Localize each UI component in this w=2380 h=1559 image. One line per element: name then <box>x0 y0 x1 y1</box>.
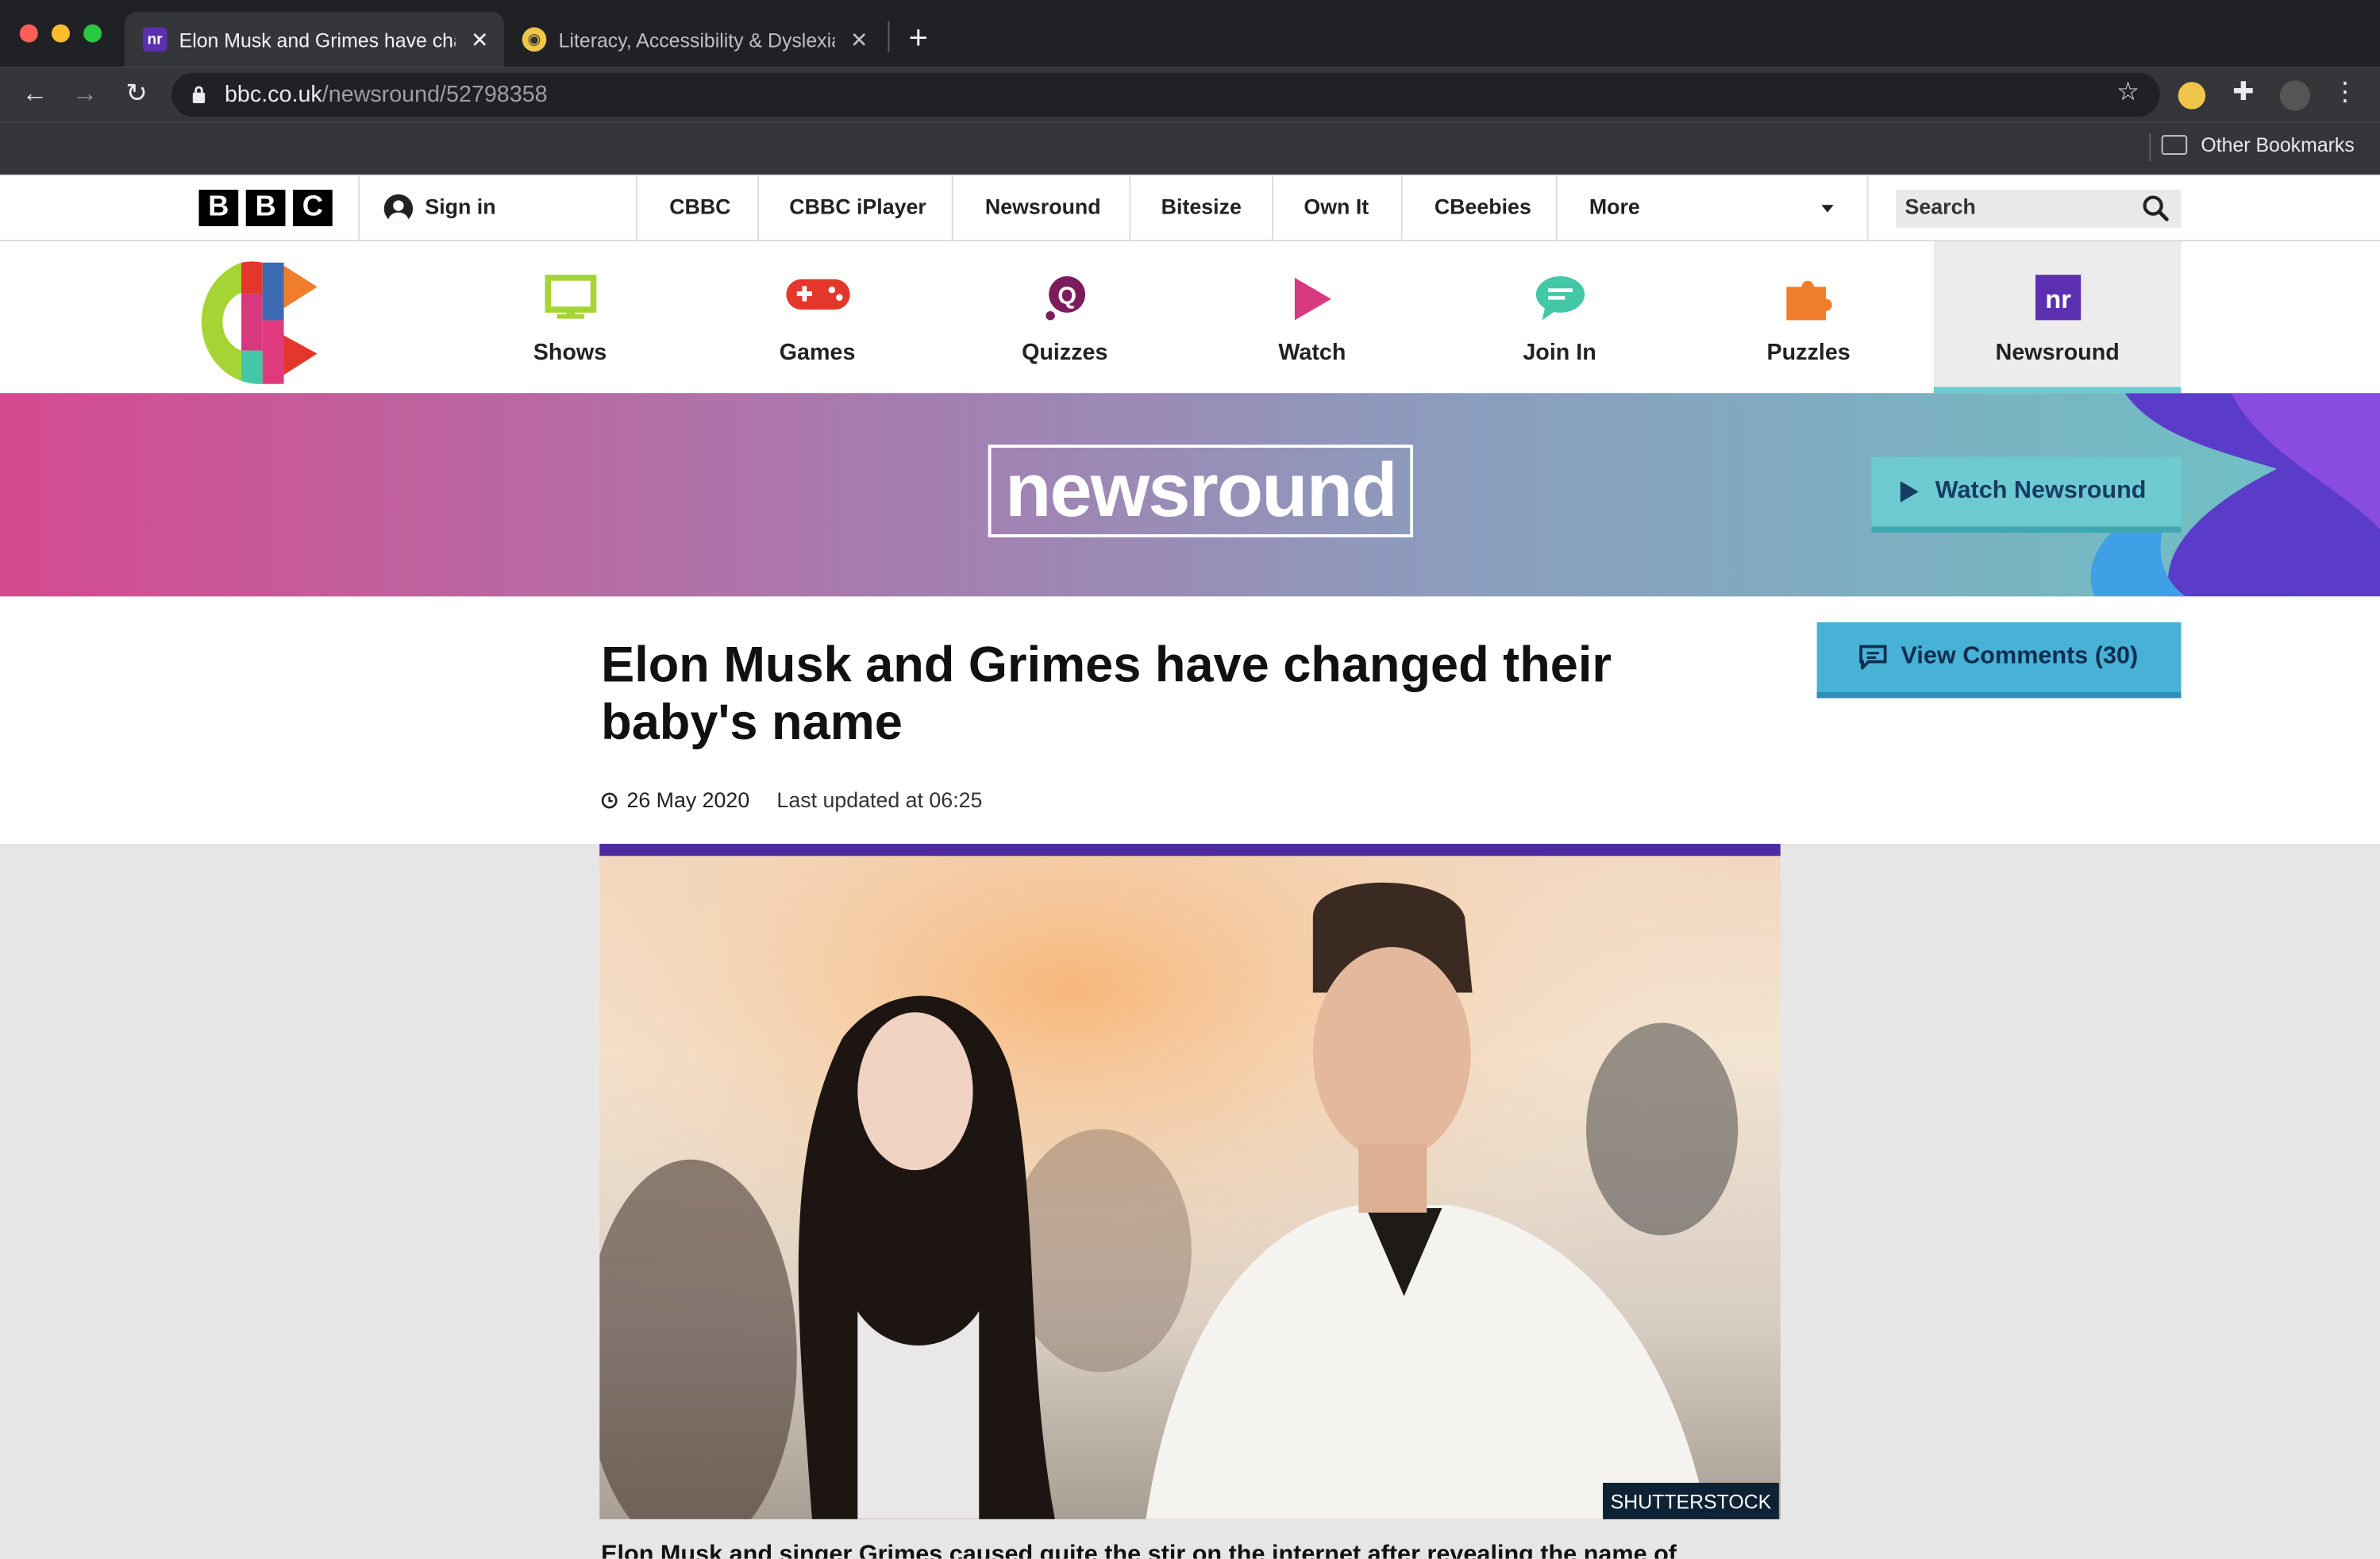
chevron-down-icon[interactable] <box>1821 205 1834 213</box>
nav-divider <box>1555 175 1558 241</box>
extensions-puzzle-icon[interactable]: ✚ <box>2225 78 2262 108</box>
article-updated: Last updated at 06:25 <box>776 787 983 812</box>
nav-divider <box>757 175 759 241</box>
cbbc-logo[interactable] <box>198 256 323 387</box>
tab-title: Elon Musk and Grimes have changed their … <box>179 28 456 52</box>
article-dateline: 26 May 2020 Last updated at 06:25 <box>601 787 982 812</box>
lock-icon <box>191 85 206 105</box>
clock-icon <box>601 792 618 809</box>
quiz-icon: Q <box>1041 275 1089 331</box>
article-headline: Elon Musk and Grimes have changed their … <box>601 636 1612 750</box>
newsround-favicon-icon: nr <box>142 27 168 52</box>
bbc-logo-letter[interactable]: C <box>293 189 333 226</box>
bbc-logo-letter[interactable]: B <box>245 189 286 226</box>
nav-divider <box>1866 175 1869 241</box>
forward-icon[interactable]: → <box>67 79 103 109</box>
extension-icon[interactable] <box>2178 82 2206 110</box>
menu-kebab-icon[interactable]: ⋮ <box>2327 78 2363 108</box>
tab-divider <box>888 21 890 52</box>
nav-link-cbbc-iplayer[interactable]: CBBC iPlayer <box>789 194 926 219</box>
search-icon[interactable] <box>2142 194 2169 221</box>
comment-icon <box>1859 645 1888 670</box>
user-icon[interactable] <box>383 194 414 224</box>
window-maximize-button[interactable] <box>83 24 102 43</box>
newsround-icon: nr <box>2035 275 2081 328</box>
view-comments-button[interactable]: View Comments (30) <box>1816 622 2182 699</box>
nav-link-cbeebies[interactable]: CBeebies <box>1435 194 1531 219</box>
article-date: 26 May 2020 <box>626 787 750 812</box>
nav-divider <box>358 175 360 241</box>
nav-item-label: Watch <box>1278 340 1346 366</box>
sign-in-link[interactable]: Sign in <box>425 194 495 219</box>
article-first-paragraph: Elon Musk and singer Grimes caused quite… <box>601 1542 1677 1559</box>
window-minimize-button[interactable] <box>52 24 70 43</box>
chat-icon <box>1532 275 1587 331</box>
nav-item-label: Games <box>779 340 856 366</box>
browser-tab-inactive[interactable]: ◉ Literacy, Accessibility & Dyslexia ✕ <box>522 12 887 67</box>
reload-icon[interactable]: ↻ <box>118 79 155 109</box>
svg-text:Q: Q <box>1057 282 1076 309</box>
nav-divider <box>636 175 638 241</box>
bookmark-star-icon[interactable]: ☆ <box>2110 78 2147 108</box>
nav-link-own-it[interactable]: Own It <box>1304 194 1369 219</box>
url-text[interactable]: bbc.co.uk/newsround/52798358 <box>225 82 548 108</box>
nav-item-label: Newsround <box>1995 340 2120 366</box>
play-icon <box>1900 481 1919 502</box>
nav-divider <box>1272 175 1274 241</box>
play-icon <box>1291 275 1334 331</box>
new-tab-icon[interactable]: + <box>900 18 937 58</box>
article-photo <box>599 856 1781 1519</box>
cbbc-nav-games[interactable]: Games <box>694 241 942 393</box>
back-icon[interactable]: ← <box>17 79 53 109</box>
watch-newsround-button[interactable]: Watch Newsround <box>1871 456 2182 533</box>
nav-link-newsround[interactable]: Newsround <box>985 194 1101 219</box>
bookmarks-divider <box>2149 133 2151 161</box>
nav-link-cbbc[interactable]: CBBC <box>669 194 730 219</box>
puzzle-icon <box>1783 275 1835 331</box>
other-bookmarks-link[interactable]: Other Bookmarks <box>2201 133 2354 156</box>
image-top-bar <box>599 844 1781 856</box>
nav-item-label: Puzzles <box>1766 340 1850 366</box>
tv-icon <box>544 275 596 328</box>
profile-avatar[interactable] <box>2279 80 2311 111</box>
nav-divider <box>1129 175 1131 241</box>
newsround-logo[interactable]: newsround <box>988 445 1414 537</box>
image-credit: SHUTTERSTOCK <box>1603 1483 1779 1519</box>
tab-close-icon[interactable]: ✕ <box>847 26 872 52</box>
extension-favicon-icon: ◉ <box>522 27 547 52</box>
svg-text:nr: nr <box>2044 285 2070 314</box>
nav-item-label: Shows <box>533 340 607 366</box>
search-placeholder: Search <box>1904 194 1976 219</box>
comments-button-label: View Comments (30) <box>1901 643 2139 670</box>
cbbc-nav-shows[interactable]: Shows <box>446 241 694 393</box>
tab-title: Literacy, Accessibility & Dyslexia <box>558 28 835 52</box>
nav-item-label: Quizzes <box>1022 340 1108 366</box>
cbbc-nav-join-in[interactable]: Join In <box>1436 241 1684 393</box>
photo-illustration <box>599 856 1781 1519</box>
browser-tab-active[interactable]: nr Elon Musk and Grimes have changed the… <box>124 12 504 67</box>
window-close-button[interactable] <box>19 24 38 43</box>
cbbc-nav-quizzes[interactable]: Q Quizzes <box>941 241 1188 393</box>
gamepad-icon <box>784 275 851 321</box>
watch-button-label: Watch Newsround <box>1935 478 2147 504</box>
nav-link-bitesize[interactable]: Bitesize <box>1161 194 1242 219</box>
cbbc-nav-newsround[interactable]: nr Newsround <box>1933 241 2182 394</box>
cbbc-nav-puzzles[interactable]: Puzzles <box>1685 241 1932 393</box>
more-menu-button[interactable]: More <box>1589 194 1640 219</box>
nav-item-label: Join In <box>1523 340 1596 366</box>
cbbc-nav-watch[interactable]: Watch <box>1188 241 1436 393</box>
tab-close-icon[interactable]: ✕ <box>468 26 492 52</box>
bbc-logo-letter[interactable]: B <box>198 189 239 226</box>
bookmarks-bar <box>0 122 2380 175</box>
nav-divider <box>951 175 953 241</box>
folder-icon <box>2161 135 2188 156</box>
nav-divider <box>1400 175 1403 241</box>
